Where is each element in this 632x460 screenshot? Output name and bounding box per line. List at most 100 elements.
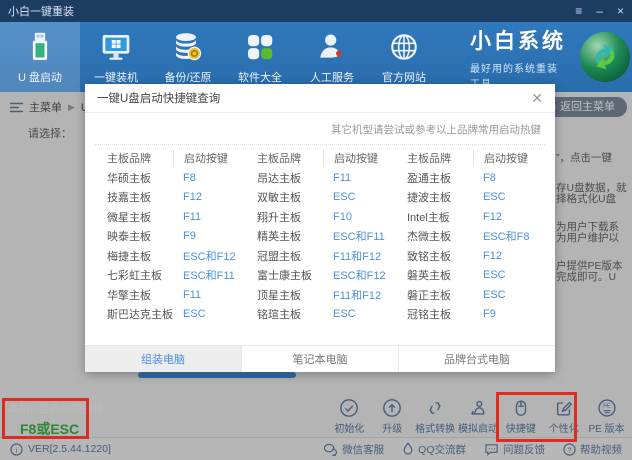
column-header-key: 启动按键	[323, 150, 395, 166]
hotkey-table-header: 主板品牌启动按键	[245, 149, 395, 166]
feedback-icon	[484, 443, 499, 456]
hotkey-value: F8或ESC	[20, 419, 115, 439]
table-row: 七彩虹主板ESC和F11	[95, 266, 245, 286]
brand-cell: 双敏主板	[245, 189, 323, 205]
column-header-brand: 主板品牌	[395, 150, 473, 166]
status-link-3[interactable]: 问题反馈	[484, 442, 545, 457]
key-cell: ESC和F12	[323, 267, 395, 283]
hotkey-table: 主板品牌启动按键华硕主板F8技嘉主板F12微星主板F11映泰主板F9梅捷主板ES…	[85, 145, 555, 324]
brand-cell: 梅捷主板	[95, 248, 173, 264]
status-link-2[interactable]: QQ交流群	[402, 442, 466, 457]
toolbar-item-label: 快捷键	[506, 420, 536, 435]
status-link-4[interactable]: ? 帮助视频	[563, 442, 622, 457]
nav-item-label: 一键装机	[94, 69, 138, 85]
table-row: 斯巴达克主板ESC	[95, 305, 245, 325]
key-cell: ESC	[473, 191, 545, 203]
brand-cell: 斯巴达克主板	[95, 306, 173, 322]
toolbar-item-4[interactable]: 模拟启动	[457, 398, 500, 434]
minimize-icon[interactable]: –	[596, 0, 603, 22]
key-cell: F8	[173, 172, 245, 184]
tab-1[interactable]: 组装电脑	[85, 346, 242, 372]
key-cell: ESC	[323, 191, 395, 203]
brand-cell: 翔升主板	[245, 209, 323, 225]
help-circle-icon: ?	[563, 443, 576, 456]
toolbar-item-label: 升级	[382, 420, 402, 435]
status-link-label: 帮助视频	[580, 442, 622, 457]
brand-cell: 华硕主板	[95, 170, 173, 186]
hotkey-table-header: 主板品牌启动按键	[395, 149, 545, 166]
key-cell: ESC和F8	[473, 228, 545, 244]
toolbar-item-2[interactable]: 升级	[371, 398, 414, 434]
key-cell: F11	[173, 211, 245, 223]
status-link-label: 微信客服	[342, 442, 384, 457]
key-cell: F12	[473, 250, 545, 262]
brand-cell: 七彩虹主板	[95, 267, 173, 283]
toolbar-item-3[interactable]: 格式转换	[414, 398, 457, 434]
toolbar-item-6[interactable]: 个性化	[542, 398, 585, 434]
status-link-label: 问题反馈	[503, 442, 545, 457]
brand-cell: 捷波主板	[395, 189, 473, 205]
toolbar-item-label: 个性化	[549, 420, 579, 435]
version-block: i VER[2.5.44.1220]	[10, 443, 111, 456]
close-icon[interactable]: ×	[617, 0, 624, 22]
nav-item-2[interactable]: 一键装机	[80, 22, 152, 92]
nav-item-3[interactable]: 备份/还原	[152, 22, 224, 92]
breadcrumb-menu[interactable]: 主菜单	[29, 99, 62, 115]
nav-item-label: 人工服务	[310, 69, 354, 85]
table-row: 富士康主板ESC和F12	[245, 266, 395, 286]
tab-2[interactable]: 笔记本电脑	[242, 346, 399, 372]
hotkey-label: 本机U盘启动快捷键：	[8, 400, 115, 416]
brand-cell: 铭瑄主板	[245, 306, 323, 322]
table-row: 梅捷主板ESC和F12	[95, 246, 245, 266]
hotkey-query-dialog: 一键U盘启动快捷键查询 ✕ 其它机型请尝试或参考以上品牌常用启动热键 主板品牌启…	[85, 84, 555, 372]
nav-item-label: 官方网站	[382, 69, 426, 85]
nav-item-5[interactable]: 人工服务	[296, 22, 368, 92]
key-cell: ESC和F12	[173, 248, 245, 264]
help-text-fragment: 择格式化U盘	[556, 191, 616, 206]
brand-cell: 磐正主板	[395, 287, 473, 303]
table-row: 铭瑄主板ESC	[245, 305, 395, 325]
dialog-tabs: 组装电脑笔记本电脑品牌台式电脑	[85, 345, 555, 372]
brand-cell: 盈通主板	[395, 170, 473, 186]
table-row: 盈通主板F8	[395, 168, 545, 188]
table-row: 冠铭主板F9	[395, 305, 545, 325]
toolbar-item-label: 初始化	[334, 420, 364, 435]
nav-item-1[interactable]: U 盘启动	[0, 22, 80, 92]
window-controls: ≡–×	[575, 0, 624, 22]
column-header-key: 启动按键	[473, 150, 545, 166]
toolbar-item-1[interactable]: 初始化	[328, 398, 371, 434]
brand-cell: 精英主板	[245, 228, 323, 244]
menu-icon[interactable]: ≡	[575, 0, 582, 22]
brackets-icon	[425, 398, 445, 418]
window-titlebar: 小白一键重装 ≡–×	[0, 0, 632, 22]
svg-text:?: ?	[567, 445, 571, 454]
local-hotkey-panel: 本机U盘启动快捷键： F8或ESC	[8, 400, 115, 439]
pe-disc-icon: PE	[597, 398, 617, 418]
info-circle-icon: i	[10, 443, 23, 456]
help-text-fragment: ”，点击一键	[556, 150, 612, 165]
column-header-brand: 主板品牌	[245, 150, 323, 166]
key-cell: F11和F12	[323, 287, 395, 303]
toolbar-item-7[interactable]: PEPE 版本	[585, 398, 628, 434]
close-icon[interactable]: ✕	[531, 84, 543, 112]
brand-cell: 杰微主板	[395, 228, 473, 244]
status-link-1[interactable]: 微信客服	[323, 442, 384, 457]
toolbar-item-label: 模拟启动	[458, 420, 498, 435]
svg-text:PE: PE	[603, 404, 611, 410]
status-links: 微信客服 QQ交流群 问题反馈? 帮助视频	[323, 442, 622, 457]
check-circle-icon	[339, 398, 359, 418]
table-row: 华擎主板F11	[95, 285, 245, 305]
table-row: 技嘉主板F12	[95, 188, 245, 208]
wechat-icon	[323, 443, 338, 456]
status-link-label: QQ交流群	[418, 442, 466, 457]
table-row: 双敏主板ESC	[245, 188, 395, 208]
dialog-header: 一键U盘启动快捷键查询 ✕	[85, 84, 555, 113]
toolbar-item-5[interactable]: 快捷键	[499, 398, 542, 434]
dialog-title: 一键U盘启动快捷键查询	[97, 90, 220, 106]
tab-3[interactable]: 品牌台式电脑	[399, 346, 555, 372]
nav-item-4[interactable]: 软件大全	[224, 22, 296, 92]
table-row: 翔升主板F10	[245, 207, 395, 227]
active-tab-indicator	[138, 372, 296, 378]
nav-item-6[interactable]: 官方网站	[368, 22, 440, 92]
key-cell: ESC	[473, 269, 545, 281]
